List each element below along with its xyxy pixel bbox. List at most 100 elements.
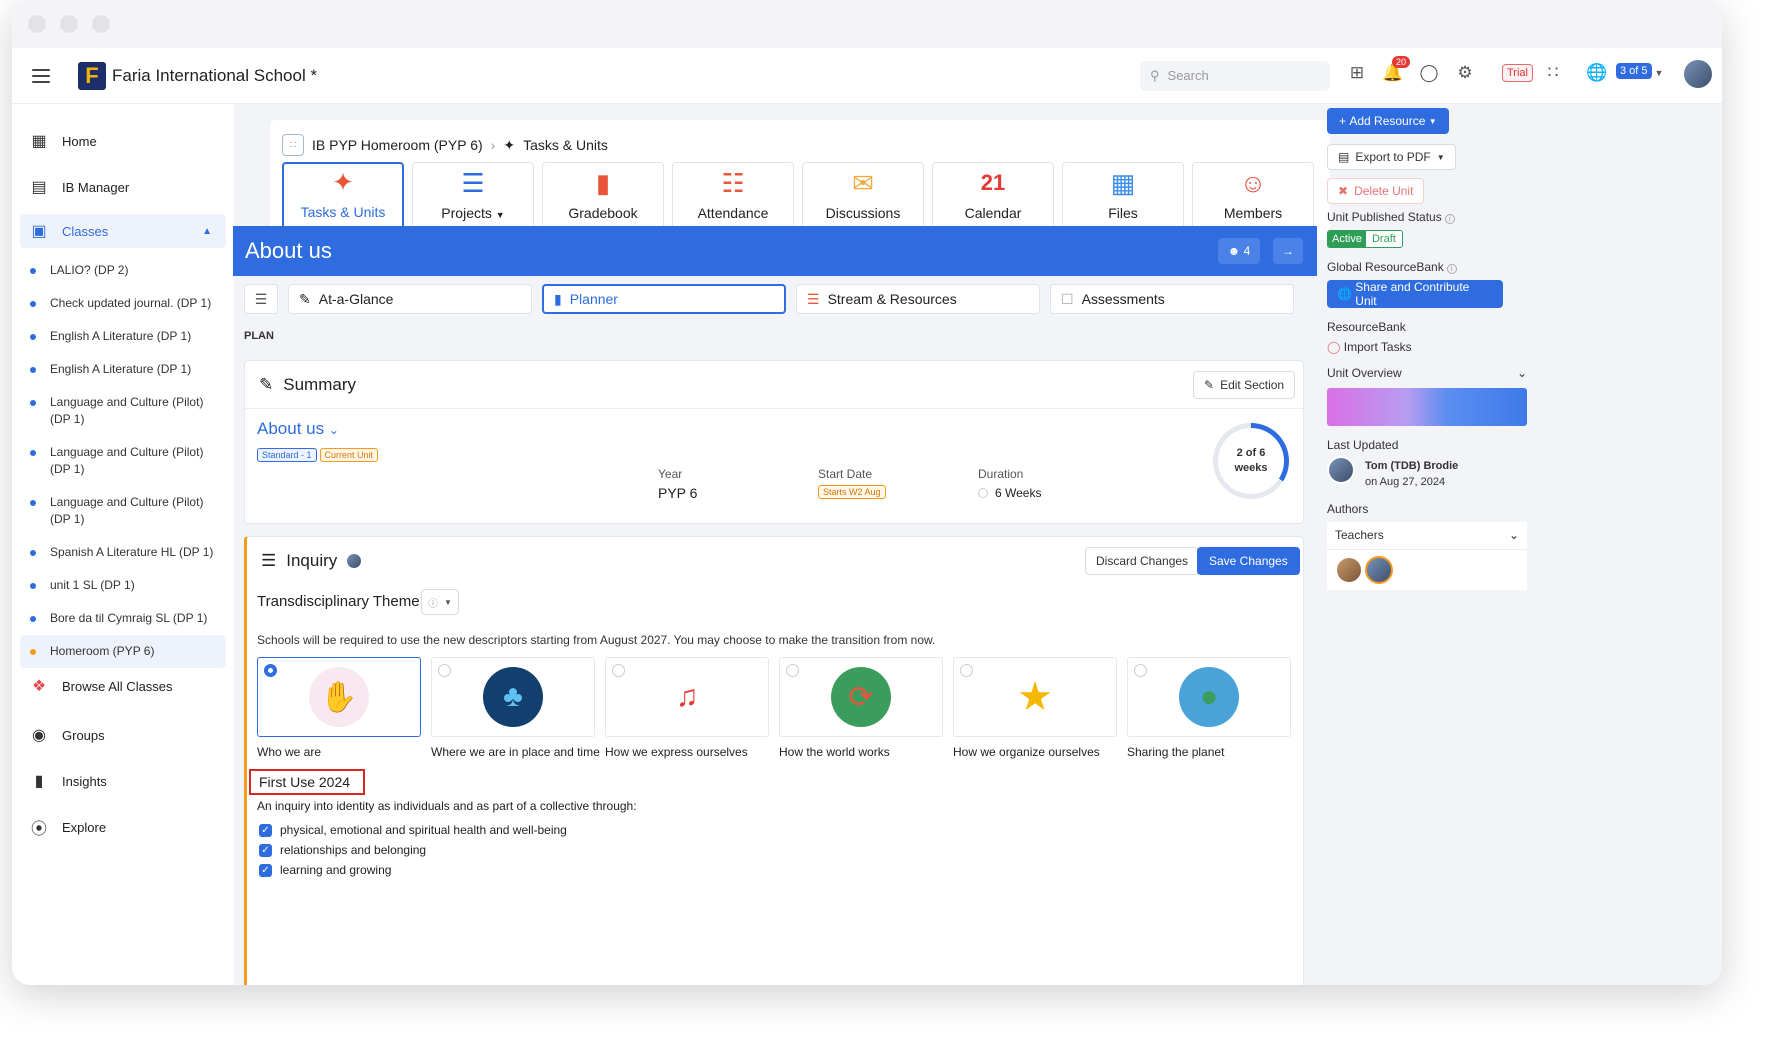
bell-icon[interactable]: 🔔 20 [1382, 56, 1410, 84]
theme-radio[interactable] [264, 664, 277, 677]
tab-attendance[interactable]: ☷ Attendance [672, 162, 794, 232]
sidebar-item-ib-manager[interactable]: ▤ IB Manager [12, 164, 234, 210]
sidebar-class-item[interactable]: Language and Culture (Pilot) (DP 1) [12, 386, 234, 436]
pager-badge[interactable]: 3 of 5 [1616, 63, 1652, 79]
search-input[interactable]: ⚲ Search [1140, 60, 1330, 91]
school-logo: F [78, 61, 106, 90]
school-name[interactable]: Faria International School * [112, 66, 317, 86]
author-avatar[interactable] [1335, 556, 1363, 584]
unit-name-dropdown[interactable]: About us ⌄ [257, 419, 339, 439]
sidebar-item-groups[interactable]: ◉ Groups [12, 712, 234, 758]
theme-card-express-ourselves[interactable]: ♫ [605, 657, 769, 737]
sidebar-item-browse-all[interactable]: ❖ Browse All Classes [12, 668, 234, 704]
sidebar-class-item[interactable]: LALIO? (DP 2) [12, 254, 234, 287]
chevron-down-icon[interactable]: ▼ [1648, 62, 1670, 84]
start-date-label: Start Date [818, 467, 873, 481]
td-theme-info-dropdown[interactable]: ⓘ ▼ [421, 589, 459, 615]
sidebar-class-item[interactable]: Homeroom (PYP 6) [20, 635, 226, 668]
sidebar-class-item[interactable]: Check updated journal. (DP 1) [12, 287, 234, 320]
theme-radio[interactable] [1134, 664, 1147, 677]
delete-unit-button[interactable]: ✖ Delete Unit [1327, 178, 1425, 204]
checkbox-checked[interactable]: ✓ [259, 863, 272, 877]
minimize-window-button[interactable] [60, 15, 78, 33]
subtab-stream-resources[interactable]: ☰ Stream & Resources [796, 284, 1040, 314]
authors-select[interactable]: Teachers ⌄ [1327, 522, 1527, 550]
search-icon: ⚲ [1150, 67, 1160, 83]
chevron-down-icon: ▼ [444, 597, 452, 607]
members-count-button[interactable]: ☻ 4 [1218, 238, 1260, 264]
breadcrumb-class[interactable]: IB PYP Homeroom (PYP 6) [312, 137, 483, 153]
add-resource-button[interactable]: + Add Resource ▼ [1327, 108, 1449, 134]
sidebar-class-item[interactable]: English A Literature (DP 1) [12, 320, 234, 353]
close-window-button[interactable] [28, 15, 46, 33]
checklist-item[interactable]: ✓ physical, emotional and spiritual healt… [259, 823, 567, 837]
chevron-down-icon: ⌄ [1508, 528, 1519, 542]
checkbox-checked[interactable]: ✓ [259, 823, 272, 837]
tab-calendar[interactable]: 21 Calendar [932, 162, 1054, 232]
last-updated-label: Last Updated [1327, 438, 1399, 452]
share-contribute-button[interactable]: 🌐 Share and Contribute Unit [1327, 280, 1503, 308]
sidebar-class-item[interactable]: Language and Culture (Pilot) (DP 1) [12, 436, 234, 486]
theme-card-world-works[interactable]: ⟳ [779, 657, 943, 737]
maximize-window-button[interactable] [92, 15, 110, 33]
hands-icon: ✋ [309, 667, 369, 727]
theme-radio[interactable] [786, 664, 799, 677]
checklist-item[interactable]: ✓ learning and growing [259, 863, 391, 877]
list-view-icon[interactable]: ☰ [244, 284, 278, 314]
checkbox-checked[interactable]: ✓ [259, 843, 272, 857]
author-avatar[interactable] [1365, 556, 1393, 584]
sidebar-item-insights[interactable]: ▮ Insights [12, 758, 234, 804]
breadcrumb: ∷ IB PYP Homeroom (PYP 6) › ✦ Tasks & Un… [282, 134, 608, 156]
theme-radio[interactable] [612, 664, 625, 677]
unit-overview-toggle[interactable]: Unit Overview ⌄ [1327, 366, 1527, 380]
import-tasks-link[interactable]: ◯ Import Tasks [1327, 340, 1412, 354]
theme-card-organize-ourselves[interactable]: ★ [953, 657, 1117, 737]
summary-icon: ✎ [259, 374, 274, 394]
menu-icon[interactable] [32, 68, 50, 83]
sidebar-item-home[interactable]: ▦ Home [12, 118, 234, 164]
user-avatar[interactable] [1682, 58, 1714, 90]
bar-chart-icon: ▮ [34, 773, 44, 790]
chat-icon[interactable]: ◯ [1418, 62, 1440, 84]
tab-files[interactable]: ▦ Files [1062, 162, 1184, 232]
export-pdf-button[interactable]: ▤ Export to PDF ▼ [1327, 144, 1456, 170]
class-item-label: English A Literature (DP 1) [50, 329, 192, 343]
subtab-at-a-glance[interactable]: ✎ At-a-Glance [288, 284, 532, 314]
status-toggle[interactable]: Active Draft [1327, 230, 1403, 248]
subtab-assessments[interactable]: ☐ Assessments [1050, 284, 1294, 314]
theme-card-sharing-planet[interactable]: ● [1127, 657, 1291, 737]
gear-icon[interactable]: ⚙ [1454, 62, 1476, 84]
status-draft[interactable]: Draft [1365, 231, 1402, 247]
sidebar-item-explore[interactable]: ⦿ Explore [12, 804, 234, 850]
add-icon[interactable]: ⊞ [1346, 62, 1368, 84]
compass-icon: ⦿ [30, 821, 47, 838]
subtab-planner[interactable]: ▮ Planner [542, 284, 786, 314]
progress-text: 2 of 6 [1236, 447, 1266, 459]
tab-tasks-units[interactable]: ✦ Tasks & Units [282, 162, 404, 232]
theme-card-who-we-are[interactable]: ✋ [257, 657, 421, 737]
save-changes-button[interactable]: Save Changes [1197, 547, 1300, 575]
theme-radio[interactable] [438, 664, 451, 677]
tab-discussions[interactable]: ✉ Discussions [802, 162, 924, 232]
edit-section-button[interactable]: ✎ Edit Section [1193, 371, 1296, 399]
sidebar-class-item[interactable]: unit 1 SL (DP 1) [12, 569, 234, 602]
theme-radio[interactable] [960, 664, 973, 677]
sidebar-class-item[interactable]: Language and Culture (Pilot) (DP 1) [12, 486, 234, 536]
status-active[interactable]: Active [1328, 231, 1366, 247]
arrow-right-icon[interactable]: → [1273, 238, 1303, 264]
tab-gradebook[interactable]: ▮ Gradebook [542, 162, 664, 232]
sidebar-class-item[interactable]: Bore da til Cymraig SL (DP 1) [12, 602, 234, 635]
unit-overview-banner[interactable] [1327, 388, 1527, 426]
globe-icon[interactable]: 🌐 [1586, 62, 1608, 84]
sidebar-item-classes[interactable]: ▣ Classes ▲ [20, 214, 226, 248]
discard-changes-button[interactable]: Discard Changes [1085, 547, 1200, 575]
theme-card-where-we-are[interactable]: ♣ [431, 657, 595, 737]
trial-badge[interactable]: Trial [1502, 64, 1533, 82]
at-a-glance-icon: ✎ [299, 290, 311, 307]
tab-members[interactable]: ☺ Members [1192, 162, 1314, 232]
tab-projects[interactable]: ☰ Projects ▼ [412, 162, 534, 232]
checklist-item[interactable]: ✓ relationships and belonging [259, 843, 426, 857]
sidebar-class-item[interactable]: Spanish A Literature HL (DP 1) [12, 536, 234, 569]
sidebar-class-item[interactable]: English A Literature (DP 1) [12, 353, 234, 386]
apps-grid-icon[interactable]: ∷ [1542, 62, 1564, 84]
